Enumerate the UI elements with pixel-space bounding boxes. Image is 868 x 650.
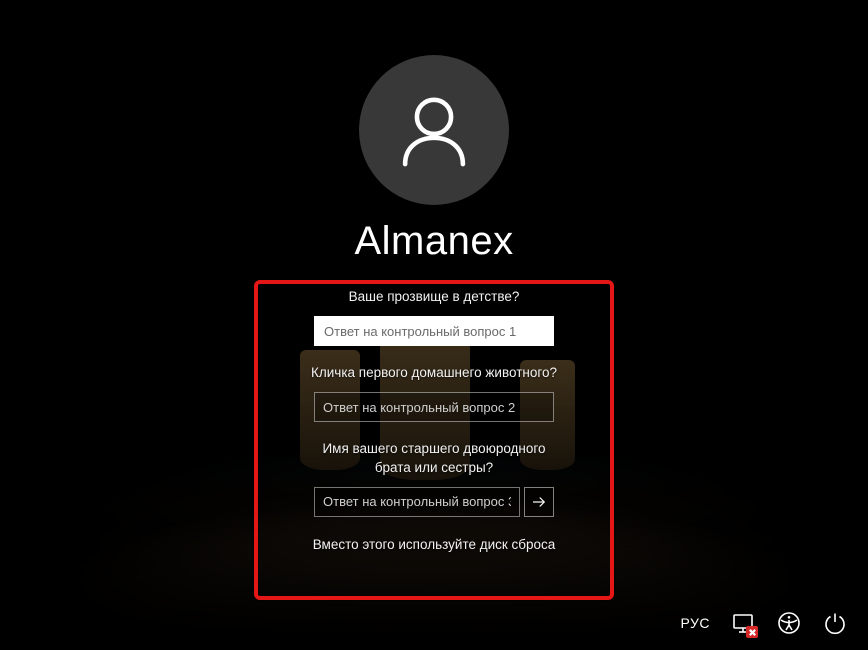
user-icon [392, 88, 476, 172]
answer-2-input[interactable] [314, 392, 554, 422]
question-2-label: Кличка первого домашнего животного? [311, 364, 557, 382]
ease-of-access-button[interactable] [776, 610, 802, 636]
answer-1-input[interactable] [314, 316, 554, 346]
ease-of-access-icon [777, 611, 801, 635]
language-indicator[interactable]: РУС [680, 615, 710, 631]
network-disconnected-badge [746, 626, 758, 638]
power-button[interactable] [822, 610, 848, 636]
submit-button[interactable] [524, 487, 554, 517]
use-reset-disk-link[interactable]: Вместо этого используйте диск сброса [313, 537, 556, 552]
user-avatar [359, 55, 509, 205]
question-3-label: Имя вашего старшего двоюродного брата ил… [304, 440, 564, 476]
login-taskbar: РУС [680, 610, 848, 636]
close-icon [748, 628, 757, 637]
security-questions-panel: Ваше прозвище в детстве? Кличка первого … [274, 288, 594, 552]
username: Almanex [354, 219, 513, 264]
network-button[interactable] [730, 610, 756, 636]
arrow-right-icon [530, 493, 548, 511]
question-1-label: Ваше прозвище в детстве? [349, 288, 520, 306]
answer-3-input[interactable] [314, 487, 520, 517]
login-column: Almanex Ваше прозвище в детстве? Кличка … [254, 55, 614, 552]
power-icon [823, 611, 847, 635]
